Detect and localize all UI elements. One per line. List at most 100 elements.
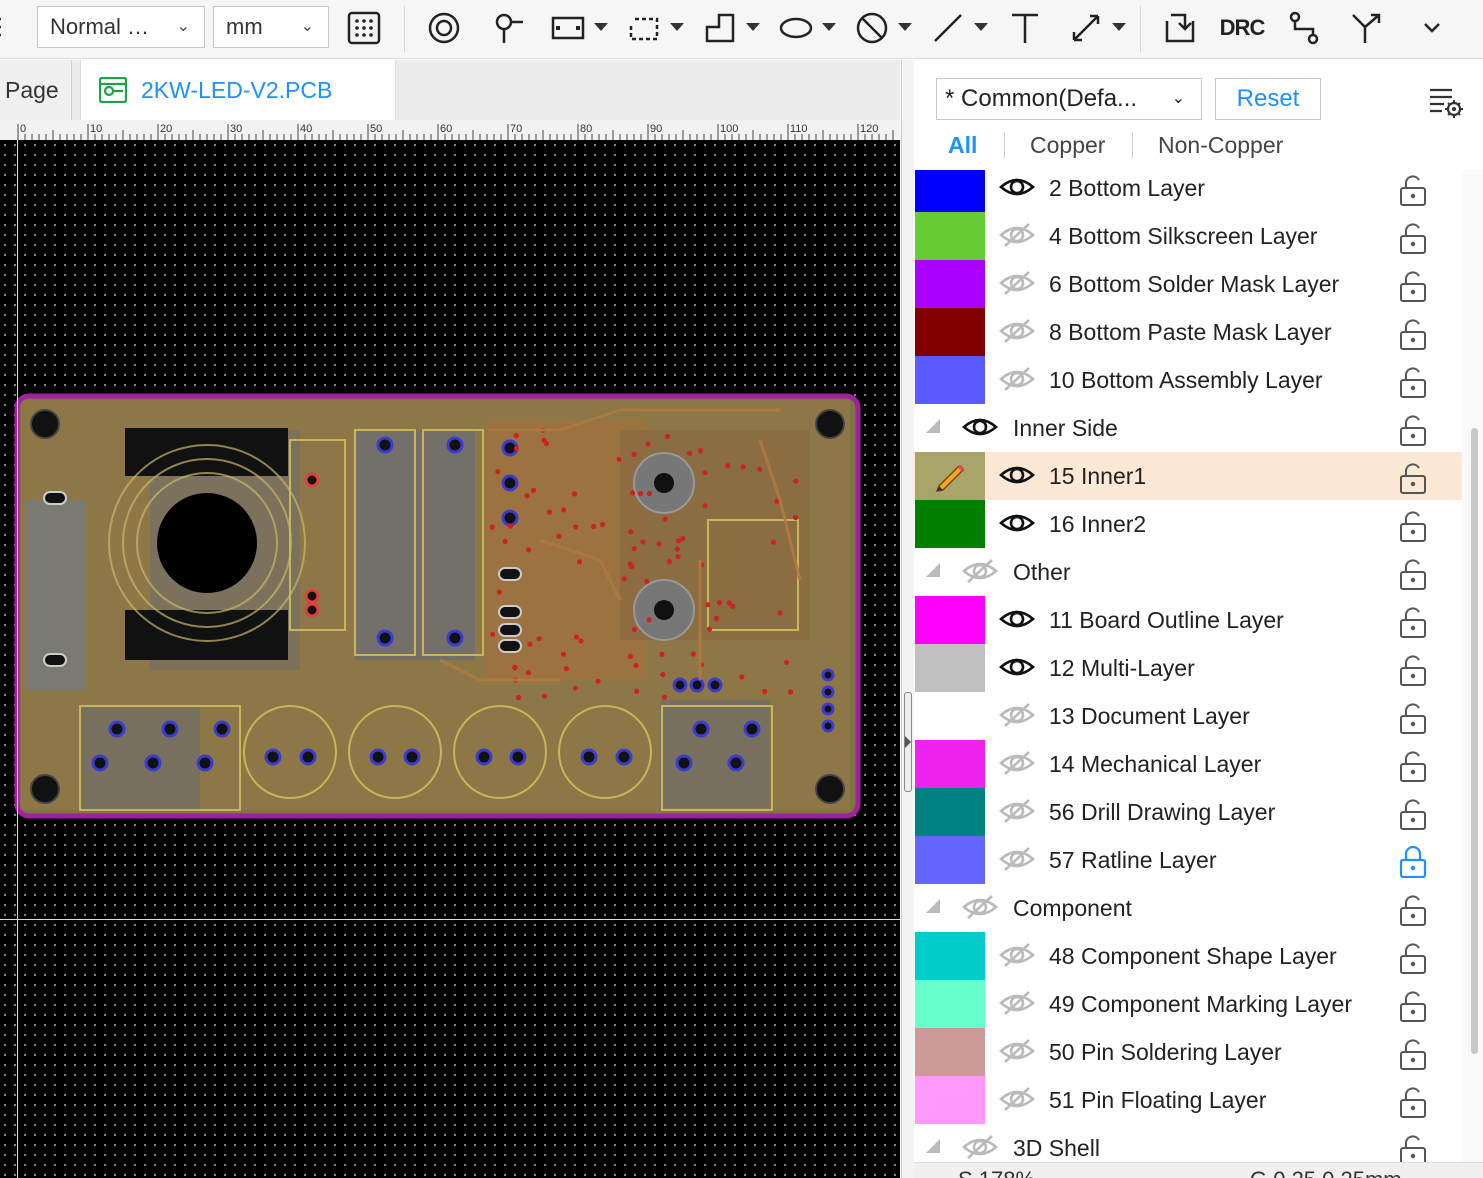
via-icon[interactable] [424, 8, 464, 48]
reset-button[interactable]: Reset [1215, 78, 1321, 120]
layer-color-swatch[interactable] [915, 740, 985, 788]
layer-color-swatch[interactable] [915, 452, 985, 500]
unlock-icon[interactable] [1397, 558, 1429, 590]
eye-hidden-icon[interactable] [999, 222, 1035, 248]
unlock-icon[interactable] [1397, 1086, 1429, 1118]
layer-color-swatch[interactable] [915, 500, 985, 548]
layer-row-14-mechanical-layer[interactable]: 14 Mechanical Layer [914, 740, 1462, 788]
eye-hidden-icon[interactable] [962, 894, 998, 920]
mounting-hole[interactable] [815, 409, 845, 439]
layer-color-swatch[interactable] [915, 596, 985, 644]
dimension-icon[interactable] [1066, 8, 1106, 48]
select-area-icon[interactable] [624, 8, 664, 48]
lock-icon[interactable] [1397, 845, 1429, 879]
mounting-hole[interactable] [30, 409, 60, 439]
collapse-triangle-icon[interactable] [926, 419, 940, 433]
eye-hidden-icon[interactable] [999, 366, 1035, 392]
collapse-triangle-icon[interactable] [926, 1139, 940, 1153]
mounting-hole[interactable] [815, 774, 845, 804]
layer-row-57-ratline-layer[interactable]: 57 Ratline Layer [914, 836, 1462, 884]
eye-hidden-icon[interactable] [999, 846, 1035, 872]
unlock-icon[interactable] [1397, 222, 1429, 254]
eye-icon[interactable] [962, 414, 998, 440]
layer-color-swatch[interactable] [915, 170, 985, 212]
layer-row-11-board-outline-layer[interactable]: 11 Board Outline Layer [914, 596, 1462, 644]
layer-group-component[interactable]: Component [914, 884, 1462, 932]
unlock-icon[interactable] [1397, 606, 1429, 638]
layer-color-swatch[interactable] [915, 788, 985, 836]
unlock-icon[interactable] [1397, 1038, 1429, 1070]
mode-select[interactable]: Normal … ⌄ [37, 6, 205, 48]
ellipse-icon[interactable] [776, 8, 816, 48]
layer-group-other[interactable]: Other [914, 548, 1462, 596]
unit-select[interactable]: mm ⌄ [213, 6, 329, 48]
rect-dropdown[interactable] [594, 23, 608, 31]
filter-tab-copper[interactable]: Copper [1030, 130, 1105, 160]
unlock-icon[interactable] [1397, 990, 1429, 1022]
dimension-dropdown[interactable] [1112, 23, 1126, 31]
collapse-triangle-icon[interactable] [926, 899, 940, 913]
grid-icon[interactable] [344, 8, 384, 48]
unlock-icon[interactable] [1397, 318, 1429, 350]
import-icon[interactable] [1160, 8, 1200, 48]
mounting-hole[interactable] [30, 774, 60, 804]
unlock-icon[interactable] [1397, 798, 1429, 830]
layer-color-swatch[interactable] [915, 836, 985, 884]
more-chevron-icon[interactable] [1412, 8, 1452, 48]
eye-icon[interactable] [999, 654, 1035, 680]
eye-hidden-icon[interactable] [999, 750, 1035, 776]
no-entry-icon[interactable] [852, 8, 892, 48]
layer-color-swatch[interactable] [915, 260, 985, 308]
polygon-icon[interactable] [700, 8, 740, 48]
unlock-icon[interactable] [1397, 1134, 1429, 1162]
unlock-icon[interactable] [1397, 942, 1429, 974]
layer-row-50-pin-soldering-layer[interactable]: 50 Pin Soldering Layer [914, 1028, 1462, 1076]
layer-row-51-pin-floating-layer[interactable]: 51 Pin Floating Layer [914, 1076, 1462, 1124]
panel-splitter[interactable] [901, 60, 915, 1178]
pin-icon[interactable] [488, 8, 528, 48]
layer-row-10-bottom-assembly-layer[interactable]: 10 Bottom Assembly Layer [914, 356, 1462, 404]
unlock-icon[interactable] [1397, 894, 1429, 926]
layer-group-inner-side[interactable]: Inner Side [914, 404, 1462, 452]
eye-hidden-icon[interactable] [999, 270, 1035, 296]
drc-button[interactable]: DRC [1220, 8, 1266, 48]
select-area-dropdown[interactable] [670, 23, 684, 31]
unlock-icon[interactable] [1397, 654, 1429, 686]
eye-hidden-icon[interactable] [999, 990, 1035, 1016]
eye-hidden-icon[interactable] [999, 798, 1035, 824]
eye-icon[interactable] [999, 462, 1035, 488]
collapse-arrow-icon[interactable] [905, 736, 911, 748]
eye-hidden-icon[interactable] [962, 558, 998, 584]
filter-tab-all[interactable]: All [948, 130, 977, 160]
ellipse-dropdown[interactable] [822, 23, 836, 31]
pcb-board[interactable] [0, 140, 900, 1178]
layer-row-13-document-layer[interactable]: 13 Document Layer [914, 692, 1462, 740]
layer-row-48-component-shape-layer[interactable]: 48 Component Shape Layer [914, 932, 1462, 980]
line-icon[interactable] [928, 8, 968, 48]
layer-list-scrollbar[interactable] [1462, 170, 1483, 1162]
eye-icon[interactable] [999, 174, 1035, 200]
filter-tab-non-copper[interactable]: Non-Copper [1158, 130, 1283, 160]
unlock-icon[interactable] [1397, 270, 1429, 302]
scrollbar-thumb[interactable] [1471, 428, 1478, 1054]
layer-color-swatch[interactable] [915, 1076, 985, 1124]
collapse-triangle-icon[interactable] [926, 563, 940, 577]
route-icon[interactable] [1284, 8, 1324, 48]
layer-row-12-multi-layer[interactable]: 12 Multi-Layer [914, 644, 1462, 692]
layer-color-swatch[interactable] [915, 692, 985, 740]
rect-icon[interactable] [548, 8, 588, 48]
layer-color-swatch[interactable] [915, 212, 985, 260]
layer-color-swatch[interactable] [915, 644, 985, 692]
text-icon[interactable] [1005, 8, 1045, 48]
eye-hidden-icon[interactable] [999, 942, 1035, 968]
polygon-dropdown[interactable] [746, 23, 760, 31]
eye-hidden-icon[interactable] [999, 1086, 1035, 1112]
unlock-icon[interactable] [1397, 702, 1429, 734]
unlock-icon[interactable] [1397, 510, 1429, 542]
layer-color-swatch[interactable] [915, 356, 985, 404]
tab-page[interactable]: Page [0, 60, 72, 120]
layer-row-4-bottom-silkscreen-layer[interactable]: 4 Bottom Silkscreen Layer [914, 212, 1462, 260]
layer-row-2-bottom-layer[interactable]: 2 Bottom Layer [914, 170, 1462, 212]
layer-row-49-component-marking-layer[interactable]: 49 Component Marking Layer [914, 980, 1462, 1028]
line-dropdown[interactable] [974, 23, 988, 31]
